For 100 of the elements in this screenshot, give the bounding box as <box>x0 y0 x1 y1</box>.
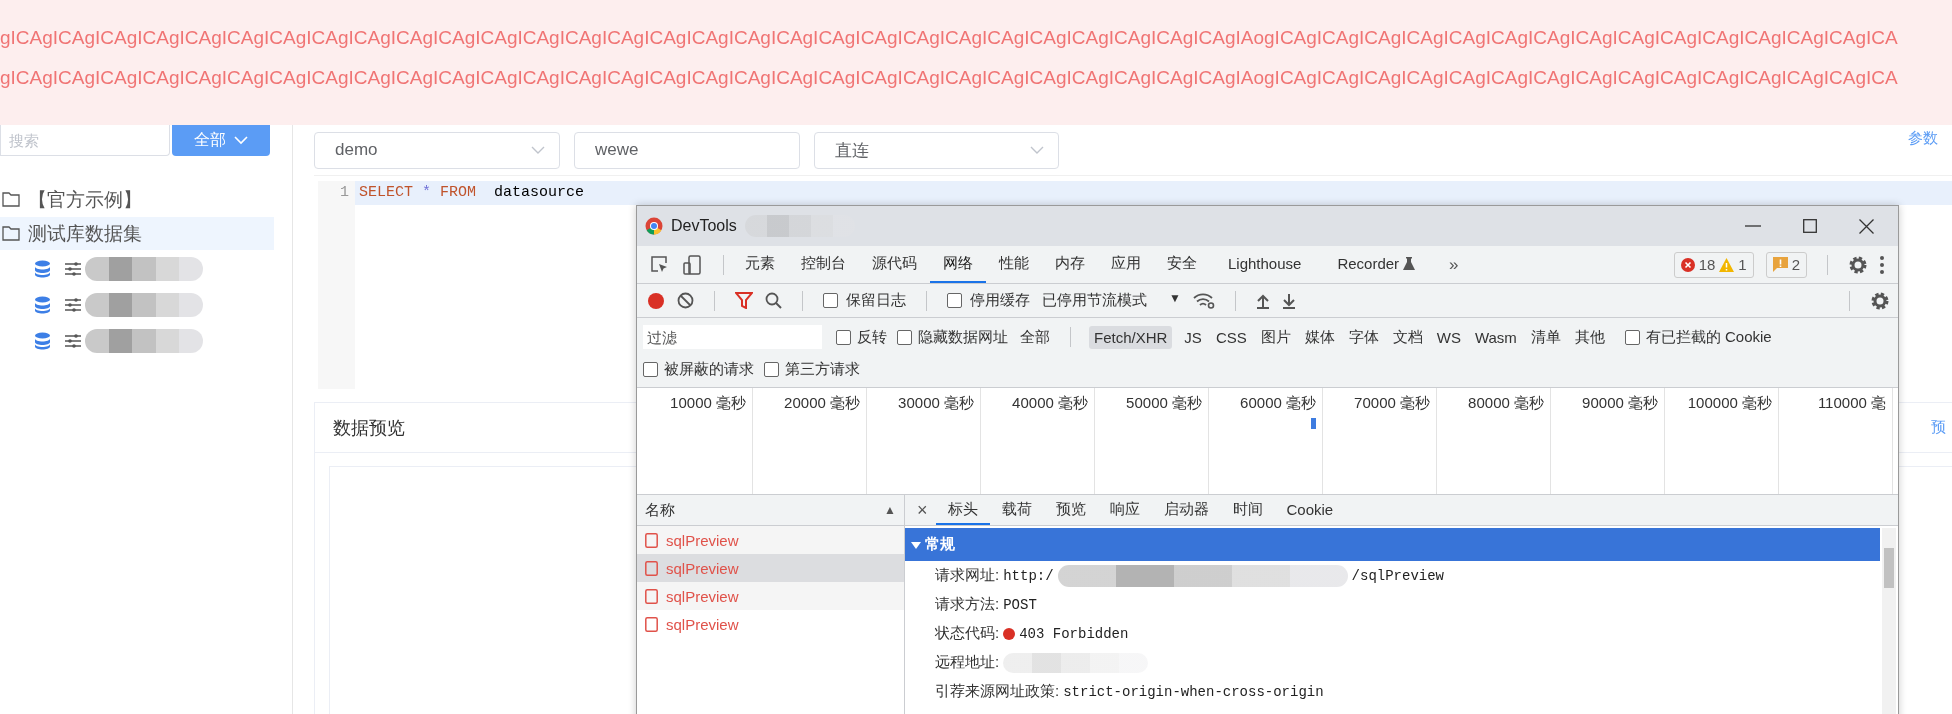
select-field[interactable]: demo <box>314 131 560 169</box>
section-header[interactable]: 常规 <box>905 528 1880 561</box>
checkbox[interactable] <box>1624 329 1640 345</box>
filter-chip[interactable]: 图片 <box>1258 324 1293 350</box>
sliders-icon <box>65 334 81 348</box>
database-icon <box>34 260 51 278</box>
browser-logo-icon <box>645 217 663 235</box>
request-row[interactable]: sqlPreview <box>637 582 904 610</box>
select-field[interactable]: 直连 <box>814 131 1059 169</box>
document-icon <box>645 532 658 548</box>
document-icon <box>645 588 658 604</box>
checkbox[interactable] <box>947 293 962 308</box>
field-label: 请求网址: <box>935 566 1000 585</box>
database-icon <box>34 296 51 314</box>
filter-chip[interactable]: 文档 <box>1390 324 1425 350</box>
field-value: /sqlPreview <box>1351 567 1444 584</box>
console-counts-button[interactable]: 18 1 <box>1673 251 1754 278</box>
detail-tab[interactable]: 启动器 <box>1151 495 1221 525</box>
panel-tab[interactable]: 内存 <box>1042 246 1098 283</box>
search-field[interactable]: 搜索 <box>0 125 170 156</box>
device-icon[interactable] <box>683 254 701 275</box>
clear-icon[interactable] <box>677 292 694 309</box>
error-icon <box>1680 257 1695 272</box>
maximize-icon[interactable] <box>1803 219 1817 233</box>
field-label: 请求方法: <box>935 595 1000 614</box>
field-label: 远程地址: <box>935 653 1000 672</box>
sliders-icon <box>65 298 81 312</box>
throttling-dropdown[interactable]: 已停用节流模式 ▼ <box>1042 291 1181 310</box>
chevron-down-icon <box>531 145 545 155</box>
panel-tab[interactable]: 应用 <box>1098 246 1154 283</box>
panel-tab[interactable]: 安全 <box>1154 246 1210 283</box>
filter-chip[interactable]: Fetch/XHR <box>1089 325 1173 349</box>
checkbox[interactable] <box>764 361 779 377</box>
input-field[interactable]: wewe <box>574 131 800 169</box>
filter-chip[interactable]: JS <box>1182 325 1204 349</box>
error-message: gICAgICAgICAgICAgICAgICAgICAgICAgICAgICAgICAgICAgICAgICAgICAgICAgICAgICAgICAgICAgICAgICAgICAgICAgICAgICAgICAgICAgICAgIAogICAgICAgICAgICAgICAgICAgICAgICAgICAgICAgICAgICAgICAgICAgICA <box>0 66 1899 90</box>
issues-button[interactable]: 2 <box>1765 251 1807 278</box>
flask-icon <box>1403 257 1416 270</box>
checkbox-label: 保留日志 <box>846 291 906 310</box>
settings-icon[interactable] <box>1848 254 1868 275</box>
checkbox-label: 隐藏数据网址 <box>918 327 1008 347</box>
detail-tab[interactable]: Cookie <box>1274 495 1346 525</box>
checkbox-label: 反转 <box>857 327 887 347</box>
more-tabs-button[interactable]: » <box>1433 254 1475 275</box>
checkbox[interactable] <box>643 361 658 377</box>
panel-tab[interactable]: 源代码 <box>859 246 930 283</box>
network-conditions-icon[interactable] <box>1192 292 1215 309</box>
field-value: http:/ <box>1003 567 1054 584</box>
filter-chip[interactable]: 字体 <box>1346 324 1381 350</box>
checkbox[interactable] <box>836 329 851 345</box>
sliders-icon <box>65 262 81 276</box>
filter-chip[interactable]: CSS <box>1213 325 1249 349</box>
error-message: gICAgICAgICAgICAgICAgICAgICAgICAgICAgICAgICAgICAgICAgICAgICAgICAgICAgICAgICAgICAgICAgICAgICAgICAgICAgICAgICAgICAgICAgIAogICAgICAgICAgICAgICAgICAgICAgICAgICAgICAgICAgICAgICAgICAgICA <box>0 26 1899 50</box>
filter-icon[interactable] <box>735 292 753 309</box>
detail-tab[interactable]: 预览 <box>1043 495 1098 525</box>
field-label: 引荐来源网址政策: <box>935 682 1060 701</box>
field-value: POST <box>1003 596 1037 613</box>
time-label: 110000 毫 <box>1817 394 1886 413</box>
close-icon[interactable] <box>1859 218 1874 234</box>
scrollbar[interactable] <box>1882 528 1896 714</box>
detail-tab[interactable]: 响应 <box>1097 495 1152 525</box>
tree-item[interactable]: 测试库数据集 <box>0 217 274 250</box>
chevron-down-icon <box>1030 145 1044 155</box>
panel-tab[interactable]: Lighthouse <box>1210 246 1320 283</box>
request-row[interactable]: sqlPreview <box>637 610 904 638</box>
filter-chip[interactable]: 媒体 <box>1302 324 1337 350</box>
time-label: 10000 毫秒 <box>670 394 746 413</box>
panel-tab[interactable]: 控制台 <box>788 246 859 283</box>
checkbox[interactable] <box>823 293 838 308</box>
filter-chip[interactable]: 全部 <box>1018 324 1052 350</box>
search-icon[interactable] <box>765 292 782 309</box>
detail-tab[interactable]: 标头 <box>935 495 990 525</box>
panel-tab[interactable]: 性能 <box>986 246 1042 283</box>
request-row[interactable]: sqlPreview <box>637 526 904 554</box>
record-icon[interactable] <box>647 291 665 310</box>
checkbox[interactable] <box>897 329 912 345</box>
checkbox-label: 有已拦截的 Cookie <box>1645 327 1772 347</box>
folder-icon <box>2 226 20 241</box>
inspect-icon[interactable] <box>651 255 669 274</box>
column-header[interactable]: 名称 ▲ <box>637 495 904 526</box>
filter-chip[interactable]: WS <box>1434 325 1463 349</box>
time-label: 40000 毫秒 <box>1012 394 1088 413</box>
filter-field[interactable]: 过滤 <box>643 325 822 349</box>
tree-item[interactable]: 【官方示例】 <box>0 183 292 216</box>
download-icon[interactable] <box>1281 292 1296 309</box>
filter-chip[interactable]: Wasm <box>1472 325 1519 349</box>
settings-icon[interactable] <box>1870 290 1890 311</box>
filter-chip[interactable]: 其他 <box>1572 324 1607 350</box>
card-title: 数据预览 <box>333 416 405 440</box>
window-title: DevTools <box>671 217 737 235</box>
detail-tab[interactable]: 载荷 <box>989 495 1044 525</box>
panel-tab[interactable]: 元素 <box>732 246 788 283</box>
panel-tab[interactable]: Recorder <box>1319 246 1434 283</box>
more-options-icon[interactable] <box>1880 255 1884 274</box>
filter-chip[interactable]: 清单 <box>1528 324 1563 350</box>
status-dot <box>1003 627 1016 640</box>
upload-icon[interactable] <box>1255 292 1270 309</box>
close-button[interactable]: × <box>909 495 936 525</box>
time-label: 90000 毫秒 <box>1582 394 1658 413</box>
detail-tab[interactable]: 时间 <box>1220 495 1275 525</box>
